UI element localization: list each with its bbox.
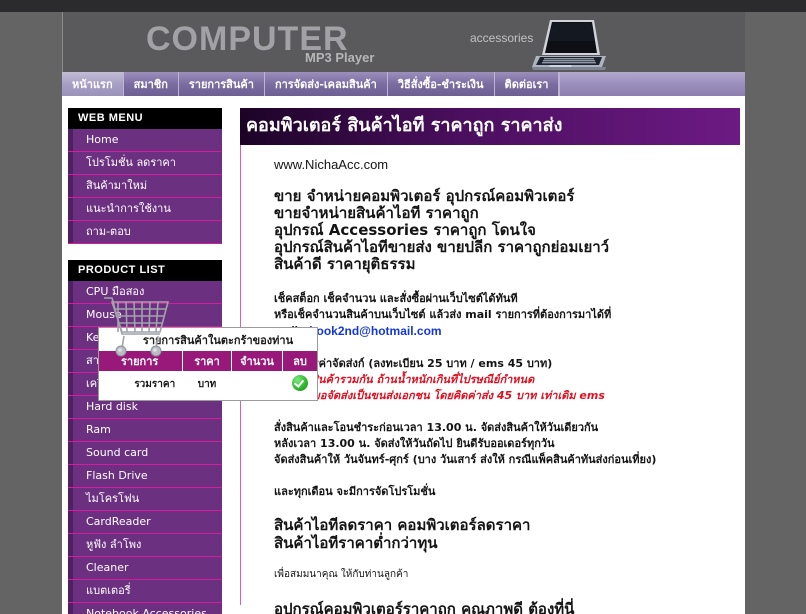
sidebar-item-sound-card[interactable]: Sound card [68,442,222,465]
sidebar-item-microphone[interactable]: ไมโครโฟน [68,488,222,511]
web-menu-list: Home โปรโมชั่น ลดราคา สินค้ามาใหม่ แนะนำ… [68,129,222,244]
sidebar-item-promotion[interactable]: โปรโมชั่น ลดราคา [68,152,222,175]
intro-line-3: อุปกรณ์ Accessories ราคาถูก โดนใจ [274,221,536,239]
main-navigation: หน้าแรก สมาชิก รายการสินค้า การจัดส่ง-เค… [62,72,745,96]
laptop-icon [532,20,606,70]
sale-heading-line-2: สินค้าไอทีราคาต่ำกว่าทุน [274,534,438,552]
shipping-fee-block: ค่รายการค่าจัดส่งก์ (ลงทะเบียน 25 บาท / … [274,356,740,404]
website-url: www.NichaAcc.com [274,157,389,172]
sidebar-item-headphones-speakers[interactable]: หูฟัง ลำโพง [68,534,222,557]
site-header-banner: COMPUTER MP3 Player accessories [62,12,745,72]
sidebar-item-notebook-accessories[interactable]: Notebook Accessories [68,603,222,614]
top-dark-band [0,0,806,12]
nav-tab-order-payment[interactable]: วิธีสั่งซื้อ-ชำระเงิน [387,72,495,96]
email-link[interactable]: book2nd@hotmail.com [309,324,441,338]
nav-tab-shipping-claim[interactable]: การจัดส่ง-เคลมสินค้า [264,72,388,96]
logo-mp3-player-text: MP3 Player [305,50,375,65]
intro-block: ขาย จำหน่ายคอมพิวเตอร์ อุปกรณ์คอมพิวเตอร… [274,188,740,273]
stock-info-block: เช็คสต็อก เช็คจำนวน และสั่งซื้อผ่านเว็บไ… [274,291,740,340]
cart-table: รายการ ราคา จำนวน ลบ รวมราคา บาท [99,351,317,400]
sidebar-item-usage-guide[interactable]: แนะนำการใช้งาน [68,198,222,221]
delivery-line-3: จัดส่งสินค้าให้ วันจันทร์-ศุกร์ (บาง วัน… [274,453,657,466]
page-body: WEB MENU Home โปรโมชั่น ลดราคา สินค้ามาใ… [62,96,745,614]
intro-line-1: ขาย จำหน่ายคอมพิวเตอร์ อุปกรณ์คอมพิวเตอร… [274,187,575,205]
shipping-fee-line: ค่รายการค่าจัดส่งก์ (ลงทะเบียน 25 บาท / … [274,357,553,370]
cart-col-price: ราคา [182,351,232,371]
product-list-header: PRODUCT LIST [68,260,222,281]
sidebar-item-faq[interactable]: ถาม-ตอบ [68,221,222,244]
cart-total-row: รวมราคา บาท [99,371,317,400]
sidebar-item-new-products[interactable]: สินค้ามาใหม่ [68,175,222,198]
sidebar-item-ram[interactable]: Ram [68,419,222,442]
shipping-notice-line-1: ***มากสินค้ารวมกัน ถ้านน้ำหนักเกินที่ไปร… [274,373,535,386]
delivery-block: สั่งสินค้าและโอนชำระก่อนเวลา 13.00 น. จั… [274,420,740,468]
green-check-icon[interactable] [291,375,308,391]
intro-line-4: อุปกรณ์สินค้าไอทีขายส่ง ขายปลีก ราคาถูกย… [274,238,610,256]
promo-line: และทุกเดือน จะมีการจัดโปรโมชั่น [274,485,436,498]
cart-total-label: รวมราคา [134,379,176,390]
delivery-line-1: สั่งสินค้าและโอนชำระก่อนเวลา 13.00 น. จั… [274,421,599,434]
footer-heading: อุปกรณ์คอมพิวเตอร์ราคาถูก คุณภาพดี ต้องท… [274,600,575,614]
nav-tab-home[interactable]: หน้าแรก [62,72,124,96]
stock-line-1: เช็คสต็อก เช็คจำนวน และสั่งซื้อผ่านเว็บไ… [274,292,518,305]
sale-heading-block: สินค้าไอทีลดราคา คอมพิวเตอร์ลดราคา สินค้… [274,516,740,552]
mail-line: mail : book2nd@hotmail.com [274,323,740,340]
shopping-cart-icon [104,297,170,357]
logo-accessories-text: accessories [470,31,534,45]
delivery-line-2: หลังเวลา 13.00 น. จัดส่งให้วันถัดไป ยินด… [274,437,555,450]
cart-col-delete: ลบ [282,351,317,371]
intro-line-5: สินค้าดี ราคายุติธรรม [274,255,416,273]
sidebar-item-home[interactable]: Home [68,129,222,152]
nav-tab-member[interactable]: สมาชิก [123,72,179,96]
cart-col-qty: จำนวน [231,351,283,371]
nav-tab-product-list[interactable]: รายการสินค้า [178,72,265,96]
sidebar-item-flash-drive[interactable]: Flash Drive [68,465,222,488]
shipping-notice-line-2: ทางร้านขอจัดส่งเป็นขนส่งเอกชน โดยคิดค่าส… [274,389,605,402]
cart-confirm-cell [283,371,318,400]
cart-total-unit: บาท [197,379,217,390]
sidebar-item-cleaner[interactable]: Cleaner [68,557,222,580]
stock-line-2: หรือเช็คจำนวนสินค้าบนเว็บไซต์ แล้วส่ง ma… [274,308,612,321]
page-root: COMPUTER MP3 Player accessories หน้าแรก … [0,0,806,614]
nav-tab-contact-us[interactable]: ติดต่อเรา [494,72,560,96]
web-menu-header: WEB MENU [68,108,222,129]
sale-heading-line-1: สินค้าไอทีลดราคา คอมพิวเตอร์ลดราคา [274,516,531,534]
shopping-cart-widget: รายการสินค้าในตะกร้าของท่าน รายการ ราคา … [98,288,318,401]
intro-line-2: ขายจำหน่ายสินค้าไอที ราคาถูก [274,204,479,222]
sidebar-item-card-reader[interactable]: CardReader [68,511,222,534]
thanks-line: เพื่อสมมนาคุณ ให้กับท่านลูกค้า [274,569,409,580]
nav-filler [559,72,745,96]
sidebar-item-battery[interactable]: แบตเตอรี่ [68,580,222,603]
cart-total-qty-cell [232,371,283,400]
page-title: คอมพิวเตอร์ สินค้าไอที ราคาถูก ราคาส่ง [240,108,740,145]
banner-left-edge [62,12,63,72]
